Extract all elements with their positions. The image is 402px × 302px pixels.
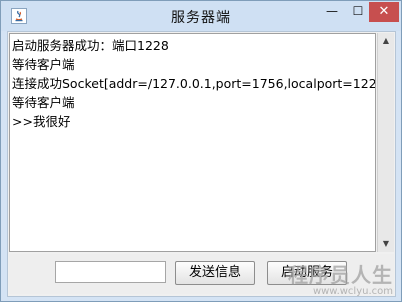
message-input[interactable] — [55, 261, 166, 283]
maximize-button[interactable]: ☐ — [345, 2, 371, 21]
title-bar: 服务器端 — ☐ ✕ — [1, 1, 401, 31]
start-server-button[interactable]: 启动服务 — [267, 261, 347, 285]
log-line: 启动服务器成功：端口1228 — [12, 38, 169, 53]
send-message-button[interactable]: 发送信息 — [175, 261, 255, 285]
app-window: 服务器端 — ☐ ✕ 启动服务器成功：端口1228 等待客户端 连接成功Sock… — [0, 0, 402, 302]
content-pane: 启动服务器成功：端口1228 等待客户端 连接成功Socket[addr=/12… — [7, 31, 396, 297]
log-line: 连接成功Socket[addr=/127.0.0.1,port=1756,loc… — [12, 76, 376, 91]
control-bar: 发送信息 启动服务 — [9, 254, 394, 294]
minimize-button[interactable]: — — [319, 2, 345, 21]
vertical-scrollbar[interactable]: ▲ ▼ — [377, 33, 394, 252]
log-line: 等待客户端 — [12, 95, 75, 110]
log-line: 等待客户端 — [12, 57, 75, 72]
scroll-up-icon[interactable]: ▲ — [378, 33, 394, 49]
log-line: >>我很好 — [12, 114, 71, 129]
close-button[interactable]: ✕ — [369, 2, 399, 22]
scroll-down-icon[interactable]: ▼ — [378, 236, 394, 252]
log-text-area[interactable]: 启动服务器成功：端口1228 等待客户端 连接成功Socket[addr=/12… — [9, 33, 376, 252]
